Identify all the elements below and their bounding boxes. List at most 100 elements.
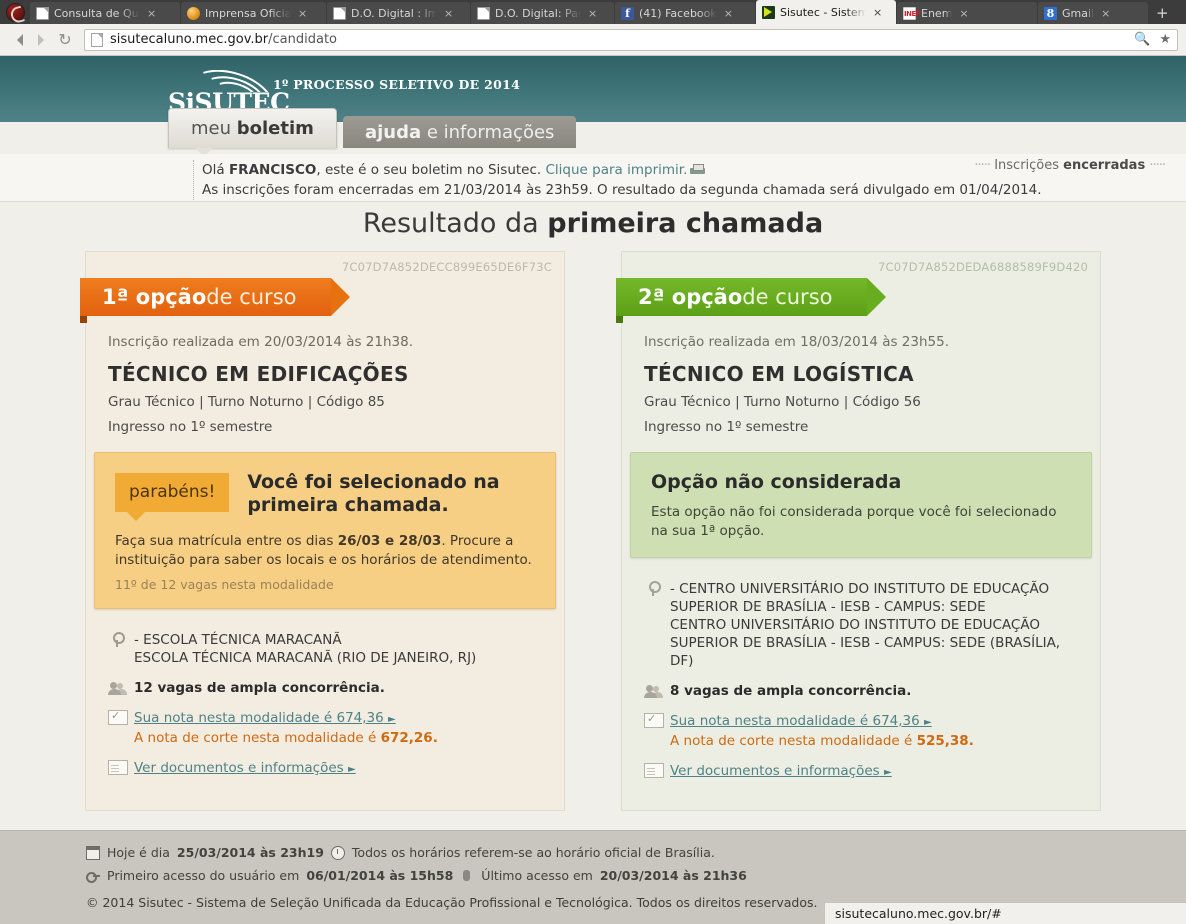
option-1-status-headline: Você foi selecionado na primeira chamada…: [247, 471, 500, 516]
forward-button[interactable]: [30, 29, 52, 51]
new-tab-button[interactable]: +: [1149, 6, 1176, 21]
option-2-ribbon-light: de curso: [742, 285, 833, 309]
close-icon[interactable]: ×: [444, 8, 453, 19]
browser-tab-label: Sisutec - Sistema: [780, 5, 866, 19]
address-bar[interactable]: sisutecaluno.mec.gov.br/candidato 🔍 ★: [84, 28, 1178, 51]
browser-tab-label: Enem: [921, 6, 953, 20]
parabens-badge: parabéns!: [115, 473, 230, 521]
tab-meu-boletim[interactable]: meu boletim: [168, 108, 337, 157]
browser-status-bar: sisutecaluno.mec.gov.br/#: [824, 902, 1186, 924]
enrollment-pre: Faça sua matrícula entre os dias: [115, 533, 338, 549]
pin-icon: [108, 631, 128, 648]
close-icon[interactable]: ×: [959, 8, 968, 19]
zoom-icon[interactable]: 🔍: [1134, 32, 1150, 47]
result-heading-light: Resultado da: [362, 208, 548, 239]
option-1-nota-link[interactable]: Sua nota nesta modalidade é 674,36 ►: [134, 710, 396, 726]
pin-icon: [644, 580, 664, 597]
option-2-nota-row: Sua nota nesta modalidade é 674,36 ► A n…: [644, 712, 1078, 750]
option-2-hash: 7C07D7A852DEDA6888589F9D420: [878, 260, 1088, 274]
option-2-institution-2: CENTRO UNIVERSITÁRIO DO INSTITUTO DE EDU…: [670, 617, 1061, 669]
footer-first-access-value: 06/01/2014 às 15h58: [306, 868, 454, 883]
option-1-docs-link[interactable]: Ver documentos e informações ►: [134, 760, 356, 776]
option-2-nota-link[interactable]: Sua nota nesta modalidade é 674,36 ►: [670, 713, 932, 729]
back-button[interactable]: [8, 29, 30, 51]
people-icon: [108, 679, 128, 696]
browser-tab-label: D.O. Digital: Part: [495, 6, 581, 20]
footer-timezone-note: Todos os horários referem-se ao horário …: [351, 845, 715, 860]
url-text: sisutecaluno.mec.gov.br/candidato: [110, 32, 1134, 47]
browser-tab-bar: Consulta de Qua × Imprensa Oficial × D.O. Di…: [0, 0, 1186, 24]
document-icon: [36, 6, 49, 20]
options-container: 7C07D7A852DECC899E65DE6F73C 1ª opção de …: [0, 251, 1186, 811]
gmail-icon: 8: [1044, 6, 1057, 20]
sisutec-arcs-icon: [180, 70, 276, 92]
url-host: sisutecaluno.mec.gov.br: [110, 32, 269, 47]
browser-app-menu-icon[interactable]: [0, 0, 30, 24]
browser-tab-0[interactable]: Consulta de Qua ×: [30, 2, 180, 24]
option-2-institution-row: - CENTRO UNIVERSITÁRIO DO INSTITUTO DE E…: [644, 580, 1078, 670]
hand-icon: [460, 869, 474, 883]
browser-tab-1[interactable]: Imprensa Oficial ×: [181, 2, 326, 24]
page-content: SiSUTEC 1º PROCESSO SELETIVO DE 2014 meu…: [0, 56, 1186, 924]
browser-tab-5[interactable]: Sisutec - Sistema ×: [756, 0, 896, 24]
browser-tab-2[interactable]: D.O. Digital : Imp ×: [327, 2, 470, 24]
option-2-status-headline: Opção não considerada: [651, 471, 902, 493]
footer-today-pre: Hoje é dia: [107, 845, 170, 860]
browser-tab-label: Imprensa Oficial: [205, 6, 291, 20]
notice-line-2: As inscrições foram encerradas em 21/03/…: [202, 182, 1042, 198]
option-2-status-detail: Esta opção não foi considerada porque vo…: [651, 504, 1057, 539]
people-icon: [644, 682, 664, 699]
badge-dots-left: ·····: [974, 158, 991, 173]
close-icon[interactable]: ×: [298, 8, 307, 19]
close-icon[interactable]: ×: [873, 7, 882, 18]
browser-tab-4[interactable]: f (41) Facebook ×: [615, 2, 755, 24]
option-2-vagas-row: 8 vagas de ampla concorrência.: [644, 682, 1078, 700]
option-card-1: 7C07D7A852DECC899E65DE6F73C 1ª opção de …: [80, 251, 565, 811]
clock-icon: [330, 845, 345, 860]
option-2-ribbon-strong: 2ª opção: [638, 285, 743, 309]
print-link[interactable]: Clique para imprimir.: [546, 162, 688, 178]
tab-ajuda-strong: ajuda: [364, 121, 422, 143]
close-icon[interactable]: ×: [588, 8, 597, 19]
close-icon[interactable]: ×: [1101, 8, 1110, 19]
document-icon: [333, 6, 346, 20]
checklist-icon: [108, 709, 128, 725]
page-title: 1º PROCESSO SELETIVO DE 2014: [273, 77, 521, 92]
checklist-icon: [644, 712, 664, 728]
main-nav-tabs: meu boletim ajuda e informações: [168, 108, 582, 157]
close-icon[interactable]: ×: [724, 8, 733, 19]
browser-tab-label: Consulta de Qua: [54, 6, 140, 20]
url-path: /candidato: [268, 32, 337, 47]
option-2-course-name: TÉCNICO EM LOGÍSTICA: [644, 362, 914, 386]
option-1-ribbon: 1ª opção de curso: [80, 278, 349, 323]
document-icon: [108, 760, 128, 775]
badge-light: Inscrições: [994, 158, 1064, 173]
option-2-docs-link[interactable]: Ver documentos e informações ►: [670, 763, 892, 779]
notice-bar: Olá FRANCISCO, este é o seu boletim no S…: [0, 154, 1186, 202]
footer-last-access-value: 20/03/2014 às 21h36: [599, 868, 747, 883]
tab-ajuda[interactable]: ajuda e informações: [342, 116, 577, 148]
bookmark-star-icon[interactable]: ★: [1159, 32, 1171, 47]
browser-tab-7[interactable]: 8 Gmail ×: [1038, 2, 1148, 24]
option-1-docs-text: Ver documentos e informações: [134, 760, 344, 776]
page-favicon-icon: [91, 32, 103, 47]
badge-strong: encerradas: [1063, 158, 1146, 173]
close-icon[interactable]: ×: [147, 8, 156, 19]
option-1-course-meta-1: Grau Técnico | Turno Noturno | Código 85: [108, 394, 385, 410]
reload-icon[interactable]: ↻: [54, 29, 76, 51]
browser-tab-3[interactable]: D.O. Digital: Part ×: [471, 2, 614, 24]
result-heading: Resultado da primeira chamada: [0, 208, 1186, 240]
calendar-icon: [86, 845, 100, 860]
option-1-corte-value: 672,26.: [380, 730, 438, 746]
option-1-info-list: - ESCOLA TÉCNICA MARACANÃ ESCOLA TÉCNICA…: [86, 631, 564, 779]
option-2-status-box: Opção não considerada Esta opção não foi…: [630, 452, 1092, 558]
browser-tab-6[interactable]: INEP Enem ×: [897, 2, 1037, 24]
option-1-ribbon-light: de curso: [206, 285, 297, 309]
printer-icon[interactable]: [690, 164, 706, 176]
browser-tab-label: (41) Facebook: [639, 6, 717, 20]
option-1-institution-1: - ESCOLA TÉCNICA MARACANÃ: [134, 632, 342, 648]
facebook-icon: f: [621, 6, 634, 20]
tab-meu-boletim-strong: boletim: [236, 118, 314, 139]
option-1-institution-2: ESCOLA TÉCNICA MARACANÃ (RIO DE JANEIRO,…: [134, 650, 477, 666]
option-1-institution-row: - ESCOLA TÉCNICA MARACANÃ ESCOLA TÉCNICA…: [108, 631, 542, 667]
